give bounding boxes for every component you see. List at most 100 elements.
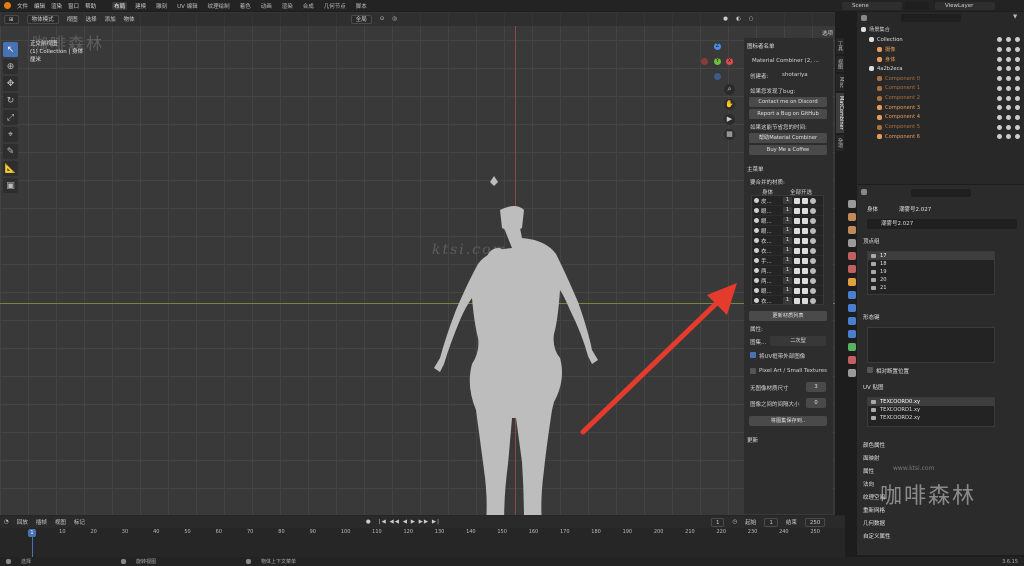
material-settings-icon[interactable]: [810, 197, 816, 204]
material-tab-icon[interactable]: [848, 356, 856, 364]
patreon-button[interactable]: 帮助Material Combiner: [749, 133, 827, 143]
material-select-checkbox[interactable]: [802, 277, 808, 284]
outliner-row-scene-collection[interactable]: 场景集合: [857, 25, 1024, 35]
modifier-tab-icon[interactable]: [848, 291, 856, 299]
material-include-checkbox[interactable]: [794, 237, 800, 244]
material-row[interactable]: 两... 1: [752, 266, 823, 276]
workspace-tab-geometry-nodes[interactable]: 几何节点: [322, 2, 348, 10]
sidebar-tab-view[interactable]: 视图: [836, 56, 844, 72]
material-include-checkbox[interactable]: [794, 277, 800, 284]
view-layer-selector[interactable]: ViewLayer: [935, 2, 995, 10]
filter-icon[interactable]: ▼: [1013, 14, 1017, 20]
eye-icon[interactable]: [1006, 105, 1011, 111]
material-include-checkbox[interactable]: [794, 227, 800, 234]
material-select-checkbox[interactable]: [802, 237, 808, 244]
camera-icon[interactable]: [1015, 66, 1020, 72]
exclude-checkbox-icon[interactable]: [997, 76, 1002, 82]
atlas-type-dropdown[interactable]: 二次型: [770, 336, 826, 346]
contact-discord-button[interactable]: Contact me on Discord: [749, 97, 827, 107]
options-button[interactable]: 选项: [822, 29, 833, 37]
annotate-tool-icon[interactable]: ✎: [3, 144, 18, 159]
outliner-row[interactable]: Component 4: [857, 113, 1024, 123]
outliner-search-field[interactable]: [901, 14, 961, 22]
eye-icon[interactable]: [1006, 66, 1011, 72]
outliner-row[interactable]: Collection: [857, 35, 1024, 45]
select-tool-icon[interactable]: ↖: [3, 42, 18, 57]
transform-orientation-dropdown[interactable]: 全局: [350, 14, 372, 24]
workspace-tab-shading[interactable]: 着色: [238, 2, 253, 10]
exclude-checkbox-icon[interactable]: [997, 37, 1002, 43]
workspace-tab-scripting[interactable]: 脚本: [354, 2, 369, 10]
workspace-tab-modeling[interactable]: 建模: [133, 2, 148, 10]
outliner-row[interactable]: Component 3: [857, 103, 1024, 113]
material-settings-icon[interactable]: [810, 297, 816, 304]
vertex-groups-header[interactable]: 顶点组: [863, 237, 880, 245]
mode-selector[interactable]: 物体模式: [26, 14, 59, 24]
blender-logo-icon[interactable]: [4, 2, 11, 9]
transform-tool-icon[interactable]: ⌖: [3, 127, 18, 142]
material-row[interactable]: 手... 1: [752, 256, 823, 266]
exclude-checkbox-icon[interactable]: [997, 124, 1002, 130]
tool-tab-icon[interactable]: [848, 200, 856, 208]
start-frame-field[interactable]: 1: [764, 517, 778, 527]
material-settings-icon[interactable]: [810, 207, 816, 214]
exclude-checkbox-icon[interactable]: [997, 95, 1002, 101]
material-row[interactable]: 皮... 1: [752, 196, 823, 206]
material-settings-icon[interactable]: [810, 287, 816, 294]
vertex-group-item[interactable]: 20: [868, 276, 994, 284]
rotate-tool-icon[interactable]: ↻: [3, 93, 18, 108]
update-panel-title[interactable]: 更新: [747, 436, 758, 444]
outliner-row[interactable]: Component 5: [857, 122, 1024, 132]
material-include-checkbox[interactable]: [794, 217, 800, 224]
keying-menu[interactable]: 插帧: [36, 518, 47, 526]
material-size-field[interactable]: 1: [783, 297, 792, 304]
uv-map-item[interactable]: TEXCOORD0.xy: [868, 398, 994, 406]
vertex-group-item[interactable]: 19: [868, 268, 994, 276]
color-attributes-header[interactable]: 颜色属性: [863, 441, 885, 449]
gizmo-x-icon[interactable]: X: [726, 58, 733, 65]
attributes-header[interactable]: 属性: [863, 467, 874, 475]
outliner-row[interactable]: 身体: [857, 54, 1024, 64]
material-list[interactable]: 皮... 1 眼... 1 眼... 1 眼... 1 衣... 1 衣... 1 手... 1 两... 1…: [751, 195, 824, 306]
material-size-field[interactable]: 1: [783, 207, 792, 214]
custom-properties-header[interactable]: 自定义属性: [863, 532, 891, 540]
material-size-field[interactable]: 1: [783, 237, 792, 244]
material-row[interactable]: 衣... 1: [752, 236, 823, 246]
material-row[interactable]: 眼... 1: [752, 286, 823, 296]
workspace-tab-animation[interactable]: 动画: [259, 2, 274, 10]
current-frame-field[interactable]: 1: [710, 517, 725, 527]
uv-map-item[interactable]: TEXCOORD2.xy: [868, 414, 994, 422]
eye-icon[interactable]: [1006, 76, 1011, 82]
playback-menu[interactable]: 回放: [17, 518, 28, 526]
camera-icon[interactable]: [1015, 56, 1020, 62]
material-settings-icon[interactable]: [810, 217, 816, 224]
camera-icon[interactable]: [1015, 76, 1020, 82]
object-tab-icon[interactable]: [848, 278, 856, 286]
exclude-checkbox-icon[interactable]: [997, 56, 1002, 62]
gizmo-neg-x-icon[interactable]: [701, 58, 708, 65]
shape-keys-header[interactable]: 形态键: [863, 313, 880, 321]
outliner-editor-icon[interactable]: [861, 15, 867, 21]
eye-icon[interactable]: [1006, 56, 1011, 62]
camera-icon[interactable]: [1015, 85, 1020, 91]
constraints-tab-icon[interactable]: [848, 330, 856, 338]
gizmo-neg-z-icon[interactable]: [714, 73, 721, 80]
material-select-checkbox[interactable]: [802, 227, 808, 234]
menu-view[interactable]: 视图: [67, 15, 78, 23]
outliner-row[interactable]: Component 2: [857, 93, 1024, 103]
sidebar-tab-matcombiner[interactable]: MatCombiner: [836, 93, 844, 133]
sidebar-tab-extra[interactable]: 杂项: [836, 134, 844, 151]
material-select-checkbox[interactable]: [802, 207, 808, 214]
menu-help[interactable]: 帮助: [85, 2, 96, 10]
material-include-checkbox[interactable]: [794, 197, 800, 204]
menu-object[interactable]: 物体: [124, 15, 135, 23]
material-row[interactable]: 两... 1: [752, 276, 823, 286]
shape-key-list[interactable]: [867, 327, 995, 363]
material-settings-icon[interactable]: [810, 267, 816, 274]
render-tab-icon[interactable]: [848, 213, 856, 221]
outliner[interactable]: ▼ 场景集合 Collection 摄像 身体 4a2b2eca Component 0…: [857, 12, 1024, 184]
workspace-tab-compositing[interactable]: 合成: [301, 2, 316, 10]
camera-icon[interactable]: [1015, 37, 1020, 43]
menu-edit[interactable]: 编辑: [34, 2, 45, 10]
exclude-checkbox-icon[interactable]: [997, 85, 1002, 91]
